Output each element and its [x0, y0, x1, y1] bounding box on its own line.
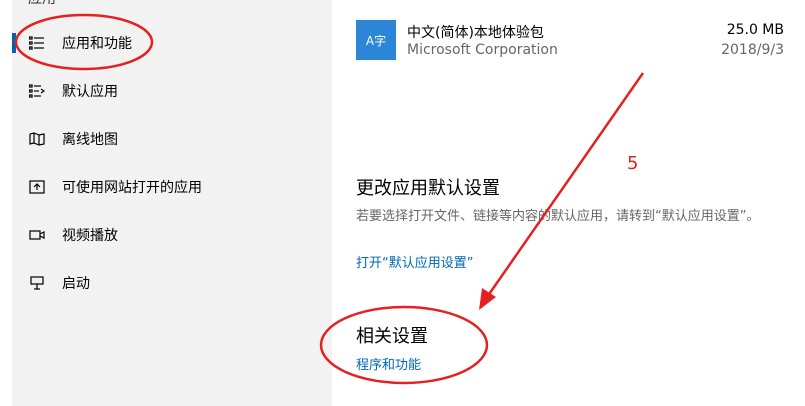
sidebar: 应用 应用和功能 默认应用 离线地图 可使用网站打开的应用 视频播放: [12, 0, 332, 406]
app-list-item[interactable]: A字 中文(简体)本地体验包 Microsoft Corporation 25.…: [356, 18, 784, 62]
apps-features-icon: [28, 34, 46, 52]
related-settings-title: 相关设置: [356, 326, 428, 347]
app-tile-text: A字: [365, 33, 387, 48]
sidebar-item-offline-maps[interactable]: 离线地图: [12, 119, 332, 159]
sidebar-header: 应用: [28, 0, 56, 8]
open-default-apps-link[interactable]: 打开“默认应用设置”: [356, 252, 473, 271]
startup-icon: [28, 274, 46, 292]
defaults-section-description: 若要选择打开文件、链接等内容的默认应用，请转到“默认应用设置”。: [356, 209, 760, 224]
sidebar-item-default-apps[interactable]: 默认应用: [12, 71, 332, 111]
sidebar-item-apps-for-websites[interactable]: 可使用网站打开的应用: [12, 167, 332, 207]
app-size: 25.0 MB: [726, 22, 784, 38]
annotation-number: 5: [627, 153, 639, 174]
apps-for-websites-icon: [28, 178, 46, 196]
main-content: A字 中文(简体)本地体验包 Microsoft Corporation 25.…: [332, 0, 805, 406]
sidebar-item-label: 视频播放: [62, 228, 118, 244]
sidebar-item-label: 离线地图: [62, 132, 118, 148]
app-name: 中文(简体)本地体验包: [407, 25, 544, 41]
default-apps-icon: [28, 82, 46, 100]
sidebar-item-apps-features[interactable]: 应用和功能: [12, 23, 332, 63]
video-playback-icon: [28, 226, 46, 244]
sidebar-item-label: 启动: [62, 276, 90, 292]
programs-and-features-link[interactable]: 程序和功能: [356, 354, 421, 373]
sidebar-item-label: 应用和功能: [62, 36, 132, 52]
sidebar-item-label: 可使用网站打开的应用: [62, 180, 202, 196]
defaults-section-title: 更改应用默认设置: [356, 178, 500, 199]
offline-maps-icon: [28, 130, 46, 148]
active-indicator: [12, 33, 16, 53]
app-tile-icon: A字: [356, 20, 396, 60]
app-publisher: Microsoft Corporation: [407, 42, 558, 58]
sidebar-item-startup[interactable]: 启动: [12, 263, 332, 303]
sidebar-item-video-playback[interactable]: 视频播放: [12, 215, 332, 255]
app-date: 2018/9/3: [721, 42, 784, 58]
left-margin: [0, 0, 12, 406]
sidebar-item-label: 默认应用: [62, 84, 118, 100]
